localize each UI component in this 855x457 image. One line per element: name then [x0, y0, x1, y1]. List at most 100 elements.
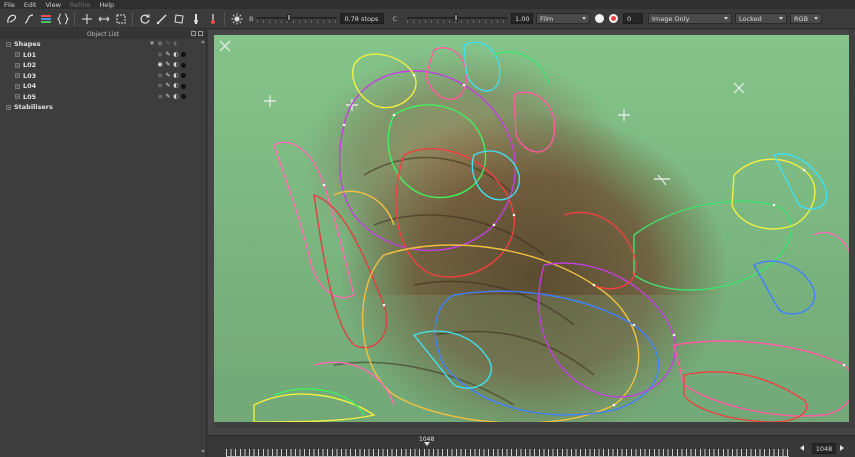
color-dot[interactable]: [181, 73, 186, 79]
layers-icon[interactable]: [38, 11, 54, 27]
lock-icon[interactable]: ·: [149, 72, 155, 79]
viewer: [208, 30, 855, 435]
rotate-icon[interactable]: [137, 11, 153, 27]
menu-view[interactable]: View: [45, 1, 60, 9]
lock-select-value: Locked: [739, 14, 762, 23]
wrench-icon[interactable]: ✎: [165, 72, 171, 79]
expand-icon[interactable]: +: [15, 73, 20, 79]
display-select-value: Image Only: [652, 14, 690, 23]
tree-item-stabilisers[interactable]: + Stabilisers · ·: [0, 102, 206, 113]
color-dot[interactable]: [181, 94, 186, 100]
tracking-markers: [219, 40, 745, 186]
pen-icon[interactable]: [154, 11, 170, 27]
eye-icon[interactable]: ◉: [157, 72, 163, 79]
exposure-field[interactable]: 0.78 stops: [340, 13, 385, 24]
layer-name: L02: [23, 61, 37, 70]
eye-icon[interactable]: ◉: [157, 62, 163, 68]
close-panel-icon[interactable]: [198, 31, 203, 36]
color-dot[interactable]: [181, 62, 186, 68]
image-viewport[interactable]: [214, 35, 855, 422]
expand-icon[interactable]: +: [6, 104, 11, 110]
lock-icon[interactable]: ·: [149, 62, 155, 68]
braces-icon[interactable]: [55, 11, 71, 27]
float-panel-icon[interactable]: [191, 31, 196, 36]
lock-select[interactable]: Locked: [735, 13, 788, 24]
tree-item-shapes[interactable]: − Shapes ☀ ● ✎ ◐: [0, 39, 206, 50]
half-circle-icon[interactable]: ◐: [173, 83, 179, 89]
sun-icon[interactable]: ☀: [149, 41, 155, 47]
menu-refine[interactable]: Refine: [70, 1, 90, 9]
half-circle-icon[interactable]: ◐: [173, 51, 179, 58]
lock-icon[interactable]: ·: [149, 51, 155, 58]
half-circle-icon[interactable]: ◐: [173, 41, 179, 47]
layer-name: L03: [23, 71, 37, 80]
select-icon[interactable]: [113, 11, 129, 27]
transform-icon[interactable]: [171, 11, 187, 27]
move-icon[interactable]: [79, 11, 95, 27]
panel-scrollbar[interactable]: [201, 39, 205, 454]
layer-name: L01: [23, 50, 37, 59]
display-select[interactable]: Image Only: [648, 13, 733, 24]
next-frame-icon[interactable]: [840, 445, 844, 451]
roto-shapes-overlay[interactable]: [214, 35, 855, 422]
eye-icon[interactable]: ◉: [157, 51, 163, 58]
collapse-icon[interactable]: −: [6, 41, 11, 47]
bspline-icon[interactable]: [4, 11, 20, 27]
expand-icon[interactable]: +: [15, 94, 20, 100]
half-circle-icon[interactable]: ◐: [173, 93, 179, 100]
brush-icon[interactable]: [188, 11, 204, 27]
toolbar-separator: [132, 11, 133, 26]
paint-icon[interactable]: [205, 11, 221, 27]
panel-title: Object List: [87, 31, 119, 38]
white-circle-icon[interactable]: [595, 14, 605, 23]
layer-row[interactable]: + L02 · ◉ ✎ ◐: [0, 60, 206, 71]
expand-icon[interactable]: +: [15, 62, 20, 68]
layer-row[interactable]: + L03 · ◉ ✎ ◐: [0, 71, 206, 82]
wrench-icon[interactable]: ✎: [165, 83, 171, 89]
toolbar: B 0.78 stops C 1.00 Film 0 Image Only Lo…: [0, 9, 855, 29]
half-circle-icon[interactable]: ◐: [173, 62, 179, 68]
half-circle-icon[interactable]: ◐: [173, 72, 179, 79]
menu-edit[interactable]: Edit: [24, 1, 37, 9]
lock-icon[interactable]: ·: [149, 93, 155, 100]
wrench-icon[interactable]: ✎: [165, 51, 171, 58]
wrench-icon[interactable]: ✎: [165, 62, 171, 68]
exposure-label: B: [249, 14, 254, 23]
eye-icon[interactable]: ·: [183, 104, 189, 110]
viewer-horizontal-scrollbar[interactable]: [214, 422, 855, 428]
scale-icon[interactable]: [96, 11, 112, 27]
bezier-icon[interactable]: [21, 11, 37, 27]
lock-icon[interactable]: ·: [149, 83, 155, 89]
exposure-slider[interactable]: [257, 13, 338, 24]
layer-row[interactable]: + L04 · ◉ ✎ ◐: [0, 81, 206, 92]
tree-item-label: Stabilisers: [14, 103, 53, 112]
viewer-vertical-scrollbar[interactable]: [849, 30, 855, 422]
eye-icon[interactable]: ◉: [157, 83, 163, 89]
toolbar-separator: [224, 11, 225, 26]
wrench-icon[interactable]: ✎: [165, 41, 171, 47]
number-field[interactable]: 0: [623, 13, 644, 24]
film-select[interactable]: Film: [536, 13, 591, 24]
color-select[interactable]: RGB: [790, 13, 823, 24]
expand-icon[interactable]: +: [15, 83, 20, 89]
layer-row[interactable]: + L05 · ◉ ✎ ◐: [0, 92, 206, 103]
menu-help[interactable]: Help: [99, 1, 114, 9]
color-dot[interactable]: [181, 83, 186, 89]
timeline-ruler[interactable]: [226, 443, 789, 457]
red-circle-icon[interactable]: [609, 14, 619, 23]
eye-icon[interactable]: ◉: [157, 93, 163, 100]
menu-file[interactable]: File: [4, 1, 15, 9]
playhead-icon[interactable]: [424, 442, 430, 446]
toolbar-separator: [74, 11, 75, 26]
layer-row[interactable]: + L01 · ◉ ✎ ◐: [0, 50, 206, 61]
prev-frame-icon[interactable]: [800, 445, 804, 451]
frame-field[interactable]: 1048: [812, 443, 836, 454]
settings-icon[interactable]: ·: [175, 104, 181, 110]
wrench-icon[interactable]: ✎: [165, 93, 171, 100]
expand-icon[interactable]: +: [15, 52, 20, 58]
layer-name: L05: [23, 92, 37, 101]
contrast-slider[interactable]: [407, 13, 508, 24]
eye-icon[interactable]: ●: [157, 41, 163, 47]
color-dot[interactable]: [181, 52, 186, 58]
contrast-field[interactable]: 1.00: [511, 13, 534, 24]
